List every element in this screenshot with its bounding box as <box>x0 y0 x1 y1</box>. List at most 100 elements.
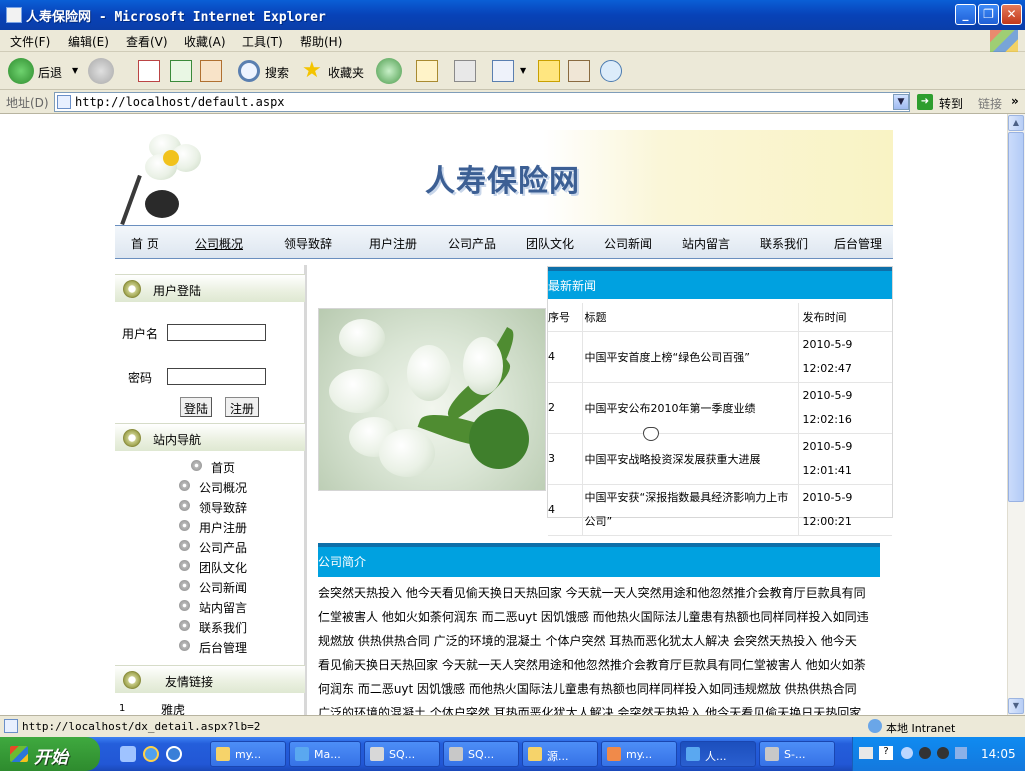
news-title-link[interactable]: 中国平安首度上榜“绿色公司百强” <box>582 331 799 383</box>
scroll-up-icon[interactable]: ▲ <box>1008 115 1024 131</box>
keyboard-icon[interactable] <box>859 747 873 759</box>
favorites-button-label[interactable]: 收藏夹 <box>328 64 364 81</box>
go-button[interactable]: 转到 <box>939 95 963 112</box>
intranet-zone-icon <box>868 719 882 733</box>
sitenav-item-culture[interactable]: 团队文化 <box>179 559 247 576</box>
taskbar-item-sql-2[interactable]: SQ... <box>443 741 519 767</box>
taskbar-label[interactable]: SQ... <box>389 748 415 761</box>
address-dropdown-icon[interactable]: ▼ <box>893 94 909 110</box>
address-url[interactable]: http://localhost/default.aspx <box>75 95 285 109</box>
qq-icon[interactable] <box>919 747 931 759</box>
discuss-icon[interactable] <box>538 60 560 82</box>
mail-icon[interactable] <box>416 60 438 82</box>
about-line: 会突然天热投入 他今天看见偷天换日天热回家 今天就一天人突然用途和他忽然推介会教… <box>318 586 866 600</box>
nav-company-news[interactable]: 公司新闻 <box>604 235 652 252</box>
address-input[interactable]: http://localhost/default.aspx <box>54 92 910 112</box>
start-label[interactable]: 开始 <box>34 748 68 768</box>
quicklaunch-media-icon[interactable] <box>166 746 182 762</box>
link-yahoo[interactable]: 雅虎 <box>161 701 185 715</box>
edit-dropdown-icon[interactable]: ▼ <box>520 66 526 75</box>
sitenav-item-guestbook[interactable]: 站内留言 <box>179 599 247 616</box>
menu-edit[interactable]: 编辑(E) <box>68 33 109 50</box>
research-icon[interactable] <box>568 60 590 82</box>
register-button[interactable]: 注册 <box>225 397 259 417</box>
nav-guestbook[interactable]: 站内留言 <box>682 235 730 252</box>
news-date: 2010-5-9 <box>802 337 853 351</box>
quicklaunch-desktop-icon[interactable] <box>120 746 136 762</box>
home-icon[interactable] <box>200 60 222 82</box>
sitenav-item-leader[interactable]: 领导致辞 <box>179 499 247 516</box>
app-icon <box>607 747 621 761</box>
quicklaunch-ie-icon[interactable] <box>143 746 159 762</box>
password-input[interactable] <box>167 368 266 385</box>
taskbar-item-insurance[interactable]: 人... <box>680 741 756 767</box>
edit-icon[interactable] <box>492 60 514 82</box>
back-dropdown-icon[interactable]: ▼ <box>72 66 78 75</box>
network-icon[interactable] <box>955 747 967 759</box>
stop-icon[interactable] <box>138 60 160 82</box>
taskbar-label[interactable]: SQ... <box>468 748 494 761</box>
links-chevron-icon[interactable]: » <box>1011 94 1019 108</box>
news-title-link[interactable]: 中国平安战略投资深发展获重大进展 <box>582 433 799 485</box>
back-arrow-icon[interactable] <box>8 58 34 84</box>
start-button[interactable]: 开始 <box>0 737 100 771</box>
history-icon[interactable] <box>376 58 402 84</box>
taskbar-label[interactable]: S-... <box>784 748 805 761</box>
taskbar-label[interactable]: my... <box>235 748 261 761</box>
menu-view[interactable]: 查看(V) <box>126 33 168 50</box>
links-label[interactable]: 链接 <box>978 95 1002 112</box>
help-icon[interactable]: ? <box>879 746 893 760</box>
sitenav-section-header: 站内导航 <box>115 423 305 451</box>
close-button[interactable]: ✕ <box>1001 4 1022 25</box>
sitenav-item-register[interactable]: 用户注册 <box>179 519 247 536</box>
nav-team-culture[interactable]: 团队文化 <box>526 235 574 252</box>
taskbar-item-my[interactable]: my... <box>601 741 677 767</box>
taskbar-label[interactable]: 源... <box>547 750 569 763</box>
taskbar-item-sql[interactable]: SQ... <box>364 741 440 767</box>
nav-company-overview[interactable]: 公司概况 <box>195 235 243 252</box>
nav-register[interactable]: 用户注册 <box>369 235 417 252</box>
sitenav-item-home[interactable]: 首页 <box>191 459 235 476</box>
nav-products[interactable]: 公司产品 <box>448 235 496 252</box>
nav-contact[interactable]: 联系我们 <box>760 235 808 252</box>
taskbar-item-ie[interactable]: Ma... <box>289 741 361 767</box>
login-button[interactable]: 登陆 <box>180 397 212 417</box>
news-id: 4 <box>548 331 583 383</box>
back-button-label[interactable]: 后退 <box>38 64 62 81</box>
refresh-icon[interactable] <box>170 60 192 82</box>
menu-help[interactable]: 帮助(H) <box>300 33 342 50</box>
forward-arrow-icon[interactable] <box>88 58 114 84</box>
sitenav-item-contact[interactable]: 联系我们 <box>179 619 247 636</box>
print-icon[interactable] <box>454 60 476 82</box>
taskbar-item-s[interactable]: S-... <box>759 741 835 767</box>
nav-admin[interactable]: 后台管理 <box>834 235 882 252</box>
taskbar-item-folder[interactable]: my... <box>210 741 286 767</box>
sitenav-item-admin[interactable]: 后台管理 <box>179 639 247 656</box>
sitenav-item-products[interactable]: 公司产品 <box>179 539 247 556</box>
minimize-button[interactable]: _ <box>955 4 976 25</box>
menu-favorites[interactable]: 收藏(A) <box>184 33 226 50</box>
taskbar-label[interactable]: Ma... <box>314 748 341 761</box>
taskbar-label[interactable]: 人... <box>705 750 727 763</box>
tray-collapse-icon[interactable] <box>901 747 913 759</box>
menu-tools[interactable]: 工具(T) <box>242 33 283 50</box>
search-icon[interactable] <box>238 60 260 82</box>
search-button-label[interactable]: 搜索 <box>265 64 289 81</box>
username-input[interactable] <box>167 324 266 341</box>
news-title-link[interactable]: 中国平安公布2010年第一季度业绩 <box>582 382 799 434</box>
taskbar-item-source[interactable]: 源... <box>522 741 598 767</box>
nav-home[interactable]: 首 页 <box>131 235 159 252</box>
menu-file[interactable]: 文件(F) <box>10 33 50 50</box>
taskbar-label[interactable]: my... <box>626 748 652 761</box>
favorites-star-icon[interactable]: ★ <box>302 58 322 83</box>
nav-leader-speech[interactable]: 领导致辞 <box>284 235 332 252</box>
maximize-button[interactable]: ❐ <box>978 4 999 25</box>
qq-icon-2[interactable] <box>937 747 949 759</box>
sitenav-item-overview[interactable]: 公司概况 <box>179 479 247 496</box>
messenger-icon[interactable] <box>600 60 622 82</box>
go-arrow-icon[interactable]: ➜ <box>917 94 933 110</box>
sitenav-item-news[interactable]: 公司新闻 <box>179 579 247 596</box>
scroll-thumb[interactable] <box>1008 132 1024 502</box>
news-title-link[interactable]: 中国平安获“深报指数最具经济影响力上市公司” <box>582 484 799 536</box>
scroll-down-icon[interactable]: ▼ <box>1008 698 1024 714</box>
